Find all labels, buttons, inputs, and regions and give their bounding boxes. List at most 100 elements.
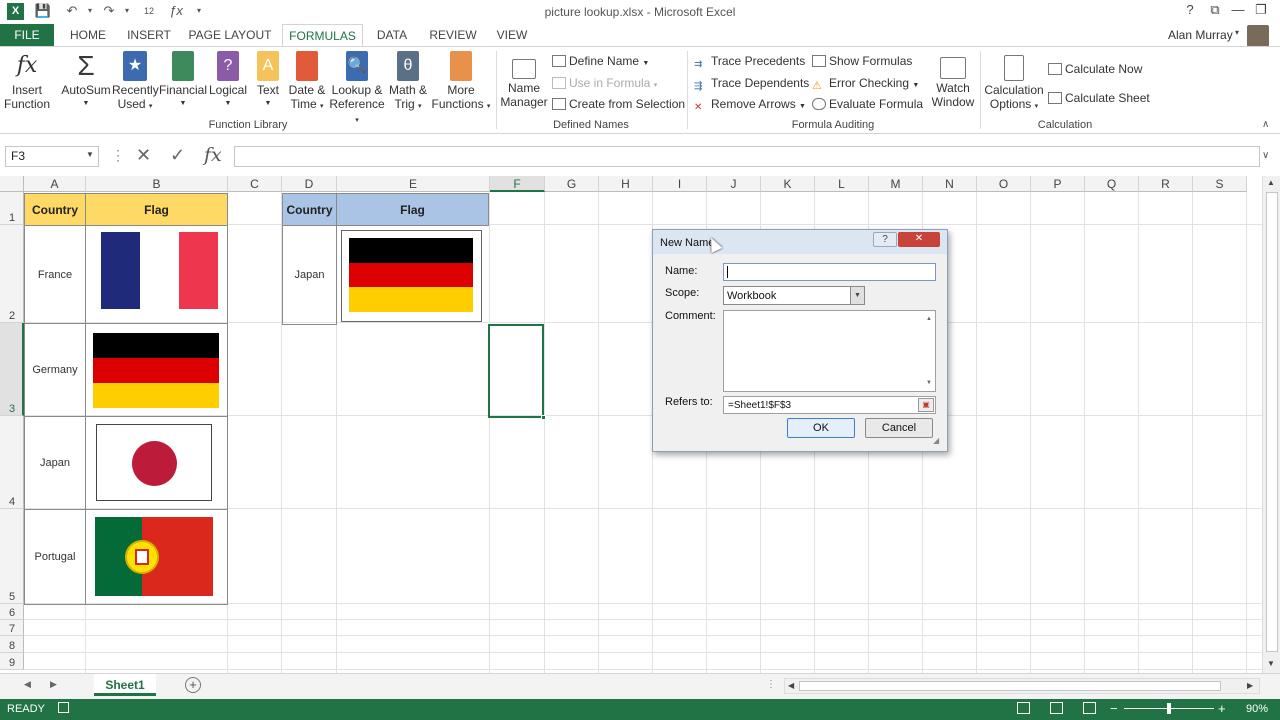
logical-button[interactable]: ? Logical ▼ xyxy=(207,51,249,111)
column-header-o[interactable]: O xyxy=(977,176,1031,192)
collapse-ribbon-icon[interactable]: ∧ xyxy=(1262,119,1269,130)
column-header-r[interactable]: R xyxy=(1139,176,1193,192)
comment-textarea[interactable]: ▲ ▼ xyxy=(723,310,936,392)
table1-country-cell[interactable]: Germany xyxy=(24,323,86,417)
tab-page-layout[interactable]: PAGE LAYOUT xyxy=(184,24,276,47)
minimize-icon[interactable]: — xyxy=(1226,0,1250,22)
collapse-dialog-icon[interactable]: ▣ xyxy=(918,398,934,412)
watch-window-button[interactable]: Watch Window xyxy=(928,51,978,109)
enter-formula-icon[interactable]: ✓ xyxy=(170,145,185,166)
dialog-close-button[interactable]: ✕ xyxy=(898,232,940,247)
japan-flag-image[interactable] xyxy=(96,424,212,501)
calculate-now-button[interactable]: Calculate Now xyxy=(1048,59,1142,79)
table2-header-flag[interactable]: Flag xyxy=(336,193,489,226)
insert-function-button[interactable]: fx Insert Function xyxy=(4,51,50,111)
show-formulas-button[interactable]: Show Formulas xyxy=(812,51,912,71)
insert-function-fx-icon[interactable]: fx xyxy=(204,144,222,166)
calculate-sheet-button[interactable]: Calculate Sheet xyxy=(1048,88,1150,108)
horizontal-scrollbar[interactable]: ◀ ▶ xyxy=(784,678,1260,694)
scroll-right-icon[interactable]: ▶ xyxy=(1247,681,1253,690)
cancel-button[interactable]: Cancel xyxy=(865,418,933,438)
evaluate-formula-button[interactable]: Evaluate Formula xyxy=(812,94,923,114)
dialog-title-bar[interactable]: New Name ? ✕ xyxy=(653,230,947,254)
zoom-in-icon[interactable]: + xyxy=(1218,701,1226,716)
zoom-slider-thumb[interactable] xyxy=(1167,703,1171,714)
lookup-flag-image[interactable] xyxy=(341,230,482,322)
name-box[interactable]: F3 xyxy=(5,146,99,167)
restore-icon[interactable]: ❐ xyxy=(1249,0,1273,22)
user-chevron-icon[interactable]: ▾ xyxy=(1235,28,1239,37)
trace-precedents-button[interactable]: ⇉ Trace Precedents xyxy=(694,51,805,71)
avatar[interactable] xyxy=(1247,25,1269,47)
table2-header-country[interactable]: Country xyxy=(282,193,337,226)
scope-select[interactable]: Workbook ▼ xyxy=(723,286,865,305)
sheet-tab-sheet1[interactable]: Sheet1 xyxy=(94,674,156,696)
tab-insert[interactable]: INSERT xyxy=(122,24,176,47)
vertical-scroll-thumb[interactable] xyxy=(1266,192,1278,652)
row-header-9[interactable]: 9 xyxy=(0,653,24,670)
lookup-reference-button[interactable]: 🔍 Lookup & Reference ▾ xyxy=(328,51,386,128)
formula-input[interactable] xyxy=(234,146,1260,167)
next-sheet-icon[interactable]: ▶ xyxy=(50,679,57,690)
row-header-3[interactable]: 3 xyxy=(0,323,24,416)
tab-home[interactable]: HOME xyxy=(62,24,114,47)
help-icon[interactable]: ? xyxy=(1178,0,1202,22)
column-header-n[interactable]: N xyxy=(923,176,977,192)
column-header-l[interactable]: L xyxy=(815,176,869,192)
worksheet-grid[interactable]: ABCDEFGHIJKLMNOPQRS 1 2 3 4 5 6 7 8 9 Country Fl… xyxy=(0,176,1262,673)
more-functions-button[interactable]: More Functions ▾ xyxy=(431,51,491,114)
scroll-down-icon[interactable]: ▼ xyxy=(1267,659,1275,668)
dialog-help-button[interactable]: ? xyxy=(873,232,897,247)
scroll-up-icon[interactable]: ▲ xyxy=(1267,178,1275,187)
row-header-2[interactable]: 2 xyxy=(0,225,24,323)
tab-formulas[interactable]: FORMULAS xyxy=(282,24,363,47)
comment-scroll-up-icon[interactable]: ▲ xyxy=(926,316,932,322)
name-manager-button[interactable]: Name Manager xyxy=(500,51,548,109)
germany-flag-image[interactable] xyxy=(93,333,219,408)
portugal-flag-image[interactable] xyxy=(95,517,213,596)
zoom-out-icon[interactable]: − xyxy=(1110,701,1118,716)
column-header-c[interactable]: C xyxy=(228,176,282,192)
calculation-options-button[interactable]: Calculation Options ▾ xyxy=(984,51,1044,114)
financial-button[interactable]: Financial ▼ xyxy=(159,51,207,111)
column-header-p[interactable]: P xyxy=(1031,176,1085,192)
autosum-button[interactable]: Σ AutoSum ▼ xyxy=(60,51,112,111)
select-all-corner[interactable] xyxy=(0,176,24,192)
row-header-8[interactable]: 8 xyxy=(0,636,24,653)
row-header-6[interactable]: 6 xyxy=(0,604,24,620)
zoom-level[interactable]: 90% xyxy=(1246,703,1268,715)
resize-grip-icon[interactable]: ◢ xyxy=(933,436,939,445)
date-time-button[interactable]: Date & Time ▾ xyxy=(286,51,328,114)
trace-dependents-button[interactable]: ⇶ Trace Dependents xyxy=(694,73,809,93)
tab-data[interactable]: DATA xyxy=(370,24,414,47)
create-from-selection-button[interactable]: Create from Selection xyxy=(552,94,685,114)
column-header-a[interactable]: A xyxy=(24,176,86,192)
normal-view-icon[interactable] xyxy=(1017,702,1030,714)
table1-header-country[interactable]: Country xyxy=(24,193,86,226)
column-header-b[interactable]: B xyxy=(86,176,228,192)
column-header-m[interactable]: M xyxy=(869,176,923,192)
define-name-button[interactable]: Define Name ▼ xyxy=(552,51,649,71)
refers-to-input[interactable]: =Sheet1!$F$3 ▣ xyxy=(723,396,936,414)
table1-header-flag[interactable]: Flag xyxy=(85,193,228,226)
expand-formula-bar-icon[interactable]: ∨ xyxy=(1262,150,1269,161)
page-break-view-icon[interactable] xyxy=(1083,702,1096,714)
column-header-q[interactable]: Q xyxy=(1085,176,1139,192)
add-sheet-icon[interactable]: + xyxy=(185,677,201,693)
cancel-formula-icon[interactable]: ✕ xyxy=(136,145,151,166)
column-header-f[interactable]: F xyxy=(490,176,545,192)
table1-country-cell[interactable]: France xyxy=(24,225,86,324)
table1-country-cell[interactable]: Portugal xyxy=(24,509,86,605)
recently-used-button[interactable]: ★ Recently Used ▾ xyxy=(112,51,159,114)
column-header-h[interactable]: H xyxy=(599,176,653,192)
fill-handle[interactable] xyxy=(541,415,546,420)
column-header-e[interactable]: E xyxy=(337,176,490,192)
user-name[interactable]: Alan Murray xyxy=(1168,28,1233,42)
column-header-k[interactable]: K xyxy=(761,176,815,192)
column-header-j[interactable]: J xyxy=(707,176,761,192)
remove-arrows-button[interactable]: ✕ Remove Arrows ▼ xyxy=(694,94,806,114)
ok-button[interactable]: OK xyxy=(787,418,855,438)
column-header-d[interactable]: D xyxy=(282,176,337,192)
row-header-4[interactable]: 4 xyxy=(0,416,24,509)
vertical-scrollbar[interactable]: ▲ ▼ xyxy=(1262,176,1280,673)
